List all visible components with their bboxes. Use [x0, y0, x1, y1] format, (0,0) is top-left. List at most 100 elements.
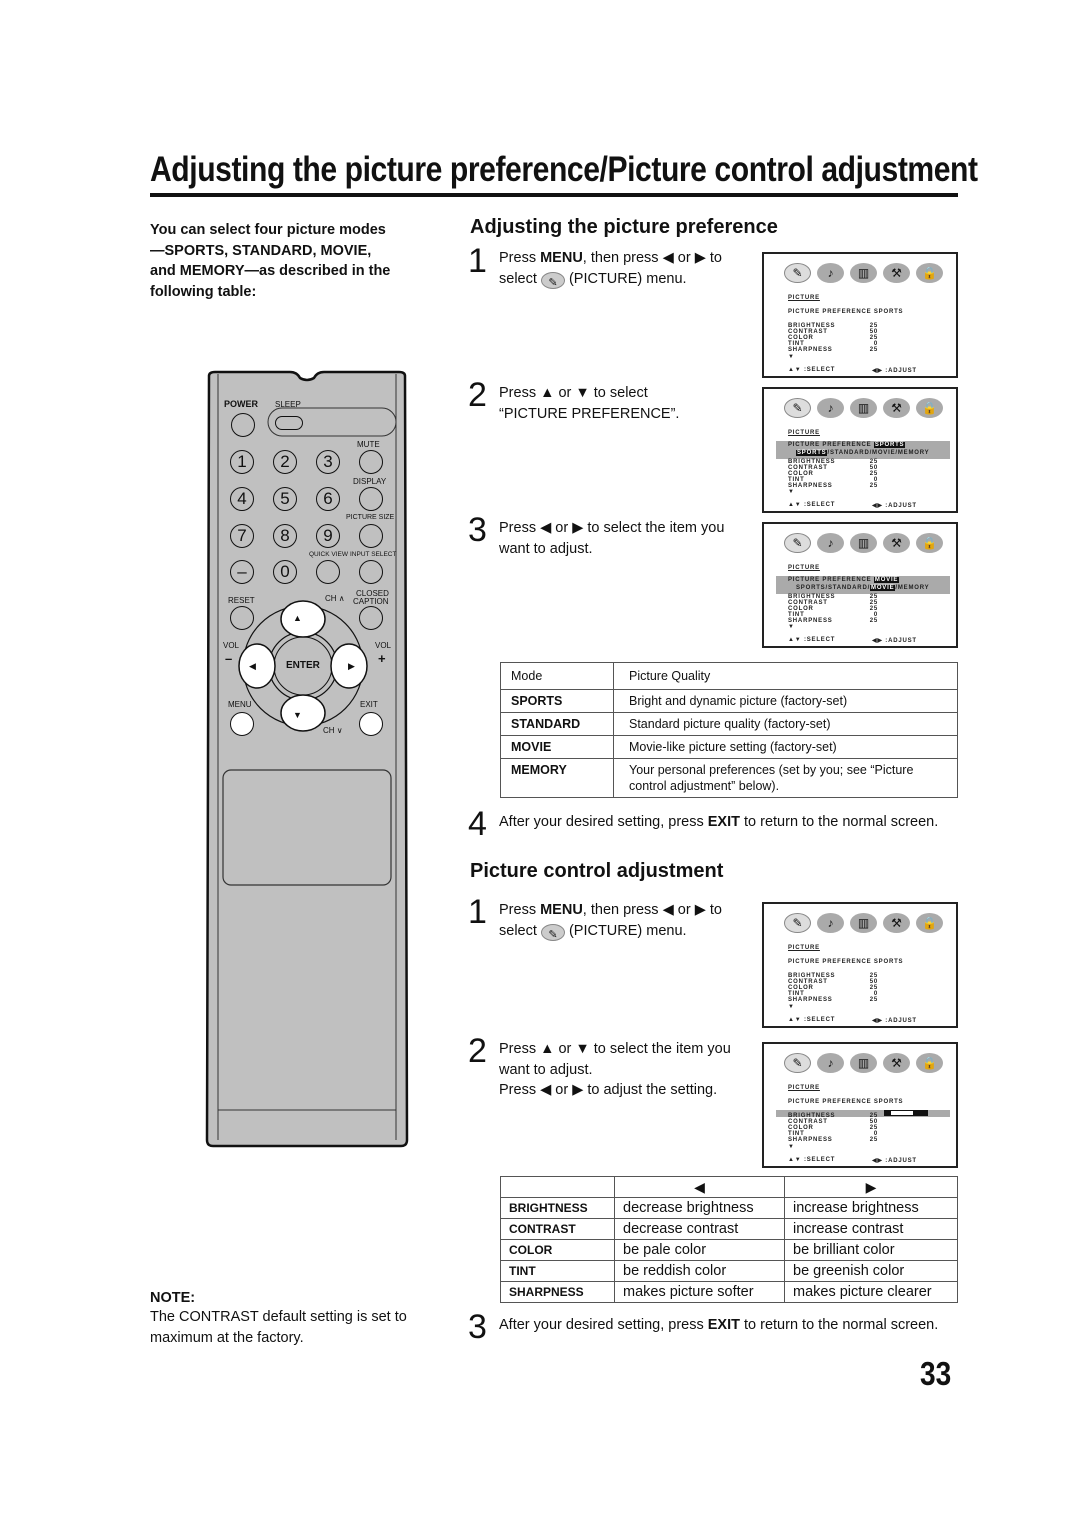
osd-item: SHARPNESS [788, 483, 833, 489]
osd-brightness-slider [884, 1110, 928, 1116]
table-header-row: Mode Picture Quality [500, 662, 958, 690]
osd-item: SHARPNESS [788, 1137, 833, 1143]
section-heading-picture-preference: Adjusting the picture preference [470, 216, 778, 238]
picture-size-button[interactable] [359, 524, 383, 548]
digit-6-button[interactable]: 6 [316, 487, 340, 511]
left-arrow-header: ◀ [614, 1176, 785, 1198]
osd-pref-label: PICTURE PREFERENCE SPORTS [788, 442, 906, 448]
digit-0-button[interactable]: 0 [273, 560, 297, 584]
step-2-text: Press ▲ or ▼ to select the item you want… [499, 1039, 759, 1101]
table-row: CONTRAST decrease contrast increase cont… [500, 1218, 958, 1240]
tools-icon: ⚒ [883, 913, 910, 933]
osd-value: 25 [869, 618, 878, 624]
down-arrow-icon: ▼ [788, 354, 795, 360]
picture-menu-icon: ✎ [540, 271, 565, 289]
osd-value-list: 25 50 25 0 25 [868, 973, 878, 1003]
digit-2-button[interactable]: 2 [273, 450, 297, 474]
right-arrow-header: ▶ [784, 1176, 958, 1198]
digit-7-button[interactable]: 7 [230, 524, 254, 548]
osd-menu-icons: ✎ ♪ ▥ ⚒ 🔒 [784, 398, 943, 418]
setup-icon: ▥ [850, 398, 877, 418]
osd-item: SHARPNESS [788, 347, 833, 353]
osd-menu-label: PICTURE [788, 430, 820, 436]
left-cell: makes picture softer [614, 1281, 785, 1303]
left-cell: decrease brightness [614, 1197, 785, 1219]
title-divider [150, 193, 958, 197]
digit-8-button[interactable]: 8 [273, 524, 297, 548]
enter-button[interactable]: ENTER [286, 660, 320, 671]
exit-label: EXIT [360, 700, 378, 709]
table-row: MEMORY Your personal preferences (set by… [500, 758, 958, 798]
osd-menu-label: PICTURE [788, 565, 820, 571]
osd-adjust-hint: ◀▶ :ADJUST [872, 1018, 917, 1024]
digit-4-button[interactable]: 4 [230, 487, 254, 511]
vol-down-button[interactable]: ◀ [249, 661, 256, 672]
osd-value-list: 25 50 25 0 25 [868, 323, 878, 353]
osd-adjust-hint: ◀▶ :ADJUST [872, 503, 917, 509]
exit-key-label: EXIT [707, 814, 740, 830]
audio-icon: ♪ [817, 1053, 844, 1073]
display-button[interactable] [359, 487, 383, 511]
left-cell: be reddish color [614, 1260, 785, 1282]
digit-3-button[interactable]: 3 [316, 450, 340, 474]
table-row: TINT be reddish color be greenish color [500, 1260, 958, 1282]
menu-button[interactable] [230, 712, 254, 736]
osd-screen: ✎ ♪ ▥ ⚒ 🔒 PICTURE PICTURE PREFERENCE SPORTS SPO… [762, 387, 958, 513]
mute-button[interactable] [359, 450, 383, 474]
step-text-part: Press ▲ or ▼ to select the item you want… [499, 1041, 731, 1078]
step-number: 1 [468, 242, 487, 280]
osd-screen: ✎ ♪ ▥ ⚒ 🔒 PICTURE PICTURE PREFERENCE MOVIE SPOR… [762, 522, 958, 648]
sleep-button[interactable] [275, 416, 303, 430]
reset-button[interactable] [230, 606, 254, 630]
vol-up-button[interactable]: ▶ [348, 661, 355, 672]
dash-button[interactable]: – [230, 560, 254, 584]
right-cell: be greenish color [784, 1260, 958, 1282]
input-select-button[interactable] [359, 560, 383, 584]
osd-screen: ✎ ♪ ▥ ⚒ 🔒 PICTURE PICTURE PREFERENCE SPORTS BRI… [762, 902, 958, 1028]
right-cell: makes picture clearer [784, 1281, 958, 1303]
sleep-label: SLEEP [275, 400, 301, 409]
desc-cell: Standard picture quality (factory-set) [613, 712, 958, 736]
item-cell: BRIGHTNESS [500, 1197, 615, 1219]
mode-cell: MEMORY [500, 758, 614, 798]
osd-value: 25 [869, 483, 878, 489]
remote-control: POWER SLEEP MUTE DISPLAY PICTURE SIZE QU… [205, 370, 409, 1150]
step-text-part: (PICTURE) menu. [568, 922, 687, 939]
step-text-part: Press [499, 250, 541, 266]
right-cell: be brilliant color [784, 1239, 958, 1261]
exit-button[interactable] [359, 712, 383, 736]
table-row: SPORTS Bright and dynamic picture (facto… [500, 689, 958, 713]
step-1-text: Press MENU, then press ◀ or ▶ to select … [499, 248, 744, 289]
step-text-part: to return to the normal screen. [739, 1317, 939, 1333]
vol-minus-label: – [225, 651, 233, 666]
picture-icon: ✎ [784, 913, 811, 933]
ch-up-button[interactable]: ▲ [293, 613, 302, 623]
quick-view-button[interactable] [316, 560, 340, 584]
vol-down-label: VOL [223, 641, 240, 650]
picture-icon: ✎ [784, 263, 811, 283]
osd-pref-text: PICTURE PREFERENCE [788, 442, 874, 448]
osd-pref-options: SPORTS/STANDARD/MOVIE/MEMORY [796, 585, 929, 591]
audio-icon: ♪ [817, 398, 844, 418]
closed-caption-button[interactable] [359, 606, 383, 630]
tools-icon: ⚒ [883, 1053, 910, 1073]
power-button[interactable] [231, 413, 255, 437]
osd-pref-text: PICTURE PREFERENCE [788, 577, 874, 583]
osd-item: SHARPNESS [788, 997, 833, 1003]
step-4-text: After your desired setting, press EXIT t… [499, 812, 954, 833]
ch-down-button[interactable]: ▼ [293, 710, 302, 720]
osd-value-list: 25 50 25 0 25 [868, 1113, 878, 1143]
menu-key-label: MENU [540, 250, 583, 266]
osd-pref-value: MOVIE [873, 577, 900, 583]
digit-9-button[interactable]: 9 [316, 524, 340, 548]
digit-1-button[interactable]: 1 [230, 450, 254, 474]
adjustment-table: ◀ ▶ BRIGHTNESS decrease brightness incre… [500, 1176, 958, 1303]
osd-select-hint: ▲▼ :SELECT [788, 637, 836, 643]
digit-5-button[interactable]: 5 [273, 487, 297, 511]
step-3-text: After your desired setting, press EXIT t… [499, 1315, 954, 1336]
reset-label: RESET [228, 596, 255, 605]
osd-select-hint: ▲▼ :SELECT [788, 1157, 836, 1163]
desc-cell: Bright and dynamic picture (factory-set) [613, 689, 958, 713]
step-number: 3 [468, 511, 487, 549]
step-1-text: Press MENU, then press ◀ or ▶ to select … [499, 900, 759, 941]
